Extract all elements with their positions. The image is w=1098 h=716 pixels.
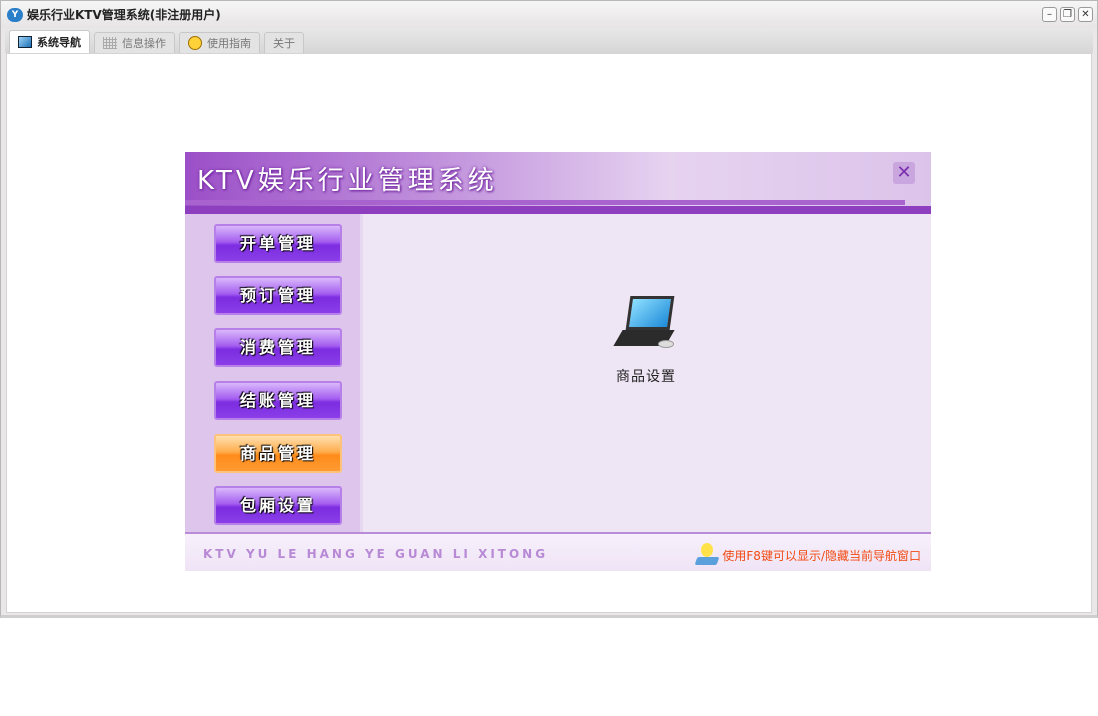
tab-user-guide[interactable]: 使用指南 xyxy=(179,32,260,53)
panel-title: KTV娱乐行业管理系统 xyxy=(197,166,498,196)
help-icon xyxy=(188,36,202,50)
tip-text: 使用F8键可以显示/隐藏当前导航窗口 xyxy=(722,548,921,563)
menu-open-order[interactable]: 开单管理 xyxy=(214,224,342,263)
menu-consumption[interactable]: 消费管理 xyxy=(214,328,342,367)
navigation-panel: KTV娱乐行业管理系统 ✕ 开单管理 预订管理 消费管理 结账管理 商品管理 包… xyxy=(185,152,931,571)
tab-bar: 系统导航 信息操作 使用指南 关于 xyxy=(5,28,1093,53)
monitor-icon xyxy=(18,36,32,48)
tab-label: 信息操作 xyxy=(122,37,166,50)
app-logo-icon: Y xyxy=(7,7,23,22)
menu-reservation[interactable]: 预订管理 xyxy=(214,276,342,315)
main-area: 商品设置 xyxy=(366,214,931,532)
tab-label: 系统导航 xyxy=(37,36,81,49)
side-menu: 开单管理 预订管理 消费管理 结账管理 商品管理 包厢设置 xyxy=(185,214,363,532)
footer-pinyin: KTV YU LE HANG YE GUAN LI XITONG xyxy=(203,547,549,561)
footer-tip: 使用F8键可以显示/隐藏当前导航窗口 xyxy=(696,543,921,567)
panel-close-button[interactable]: ✕ xyxy=(893,162,915,184)
close-button[interactable]: ✕ xyxy=(1078,7,1093,22)
lightbulb-icon xyxy=(696,543,718,567)
minimize-button[interactable]: – xyxy=(1042,7,1057,22)
tab-info-ops[interactable]: 信息操作 xyxy=(94,32,175,53)
grid-icon xyxy=(103,37,117,49)
tab-about[interactable]: 关于 xyxy=(264,32,304,53)
menu-checkout[interactable]: 结账管理 xyxy=(214,381,342,420)
tab-label: 使用指南 xyxy=(207,37,251,50)
goods-settings-item[interactable]: 商品设置 xyxy=(606,294,686,386)
title-bar: Y 娱乐行业KTV管理系统(非注册用户) – ❐ ✕ xyxy=(1,1,1097,28)
item-label: 商品设置 xyxy=(616,369,676,385)
header-divider xyxy=(185,200,905,205)
laptop-icon xyxy=(613,294,678,356)
header-bar xyxy=(185,206,931,214)
window-title: 娱乐行业KTV管理系统(非注册用户) xyxy=(27,8,221,22)
tab-system-nav[interactable]: 系统导航 xyxy=(9,30,90,53)
menu-goods[interactable]: 商品管理 xyxy=(214,434,342,473)
restore-button[interactable]: ❐ xyxy=(1060,7,1075,22)
panel-header: KTV娱乐行业管理系统 ✕ xyxy=(185,152,931,213)
panel-footer: KTV YU LE HANG YE GUAN LI XITONG 使用F8键可以… xyxy=(185,532,931,571)
tab-label: 关于 xyxy=(273,37,295,50)
menu-room-settings[interactable]: 包厢设置 xyxy=(214,486,342,525)
